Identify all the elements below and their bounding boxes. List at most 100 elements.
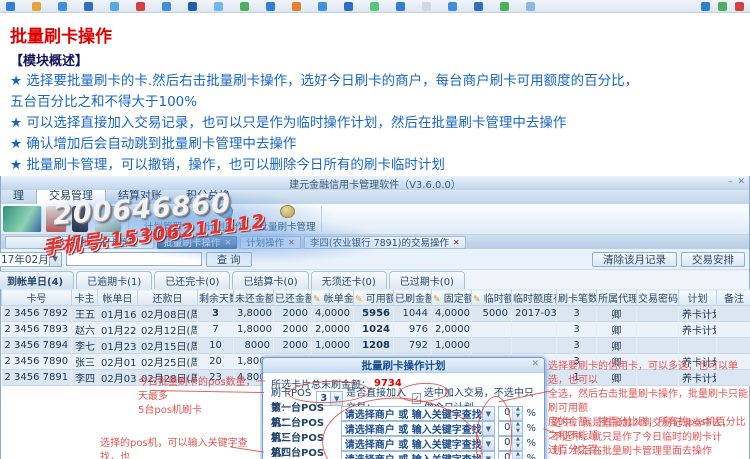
stepper-arrows[interactable]: ▲▼: [512, 452, 523, 459]
toolbar-button-计划操作[interactable]: 计划操作: [194, 205, 256, 233]
taskbar-icon[interactable]: [344, 1, 353, 11]
doc-tab[interactable]: 批量刷卡管理 ✕: [74, 235, 155, 249]
merchant-select[interactable]: 请选择商户 或 输入关键字查找▼: [340, 451, 495, 459]
tab-close-icon[interactable]: ✕: [224, 238, 231, 247]
arrange-trade-button[interactable]: 交易安排: [681, 251, 745, 267]
taskbar-icon[interactable]: [370, 1, 379, 11]
taskbar-icon[interactable]: [718, 1, 727, 11]
column-header-临时额度有效期[interactable]: 临时额度有效期: [511, 289, 557, 306]
percent-suffix: %: [526, 453, 536, 459]
filter-tab[interactable]: 无须还卡(0): [310, 271, 387, 289]
column-header-帐单日[interactable]: 帐单日: [97, 289, 138, 306]
edit-pencil-icon: ✎: [355, 295, 363, 305]
doc-tab[interactable]: 计划操作 ✕: [240, 235, 301, 249]
tab-close-icon[interactable]: ✕: [59, 238, 66, 247]
taskbar-icon[interactable]: [110, 1, 119, 11]
chevron-down-icon[interactable]: ▼: [481, 422, 494, 435]
chevron-down-icon[interactable]: ▼: [481, 437, 494, 450]
column-header-未还金额[interactable]: 未还金额: [233, 289, 274, 306]
filter-tab[interactable]: 已还完卡(0): [154, 271, 231, 289]
column-header-卡主[interactable]: 卡主: [71, 289, 98, 306]
doc-tab[interactable]: ✕: [5, 235, 72, 249]
taskbar-icon[interactable]: [266, 1, 275, 11]
merchant-select[interactable]: 请选择商户 或 输入关键字查找▼: [340, 406, 495, 421]
table-row[interactable]: 2 3456 7894李七01月23日02月15日(周三)10800020001…: [1, 337, 750, 354]
cell: 3: [556, 321, 597, 338]
column-header-还款日[interactable]: 还款日: [137, 289, 198, 306]
table-row[interactable]: 2 3456 7892王五01月16日02月08日(周三)33,80002000…: [1, 305, 750, 322]
percent-stepper[interactable]: 0▲▼: [497, 406, 524, 421]
merchant-select-placeholder: 请选择商户 或 输入关键字查找: [344, 425, 482, 436]
toolbar-button-批量刷卡管理[interactable]: 批量刷卡管理: [256, 205, 318, 233]
cell: [636, 321, 679, 338]
taskbar-icon[interactable]: [500, 1, 509, 11]
column-header-交易密码[interactable]: 交易密码: [636, 289, 679, 306]
taskbar-icon[interactable]: [32, 1, 41, 11]
doc-tab[interactable]: 李四(农业银行 7891)的交易操作 ✕: [303, 235, 466, 249]
merchant-select[interactable]: 请选择商户 或 输入关键字查找▼: [340, 436, 495, 451]
filter-tab[interactable]: 到帐单日(4): [0, 271, 75, 289]
column-header-备注[interactable]: 备注: [716, 289, 750, 306]
doc-tab[interactable]: 批量刷卡操作 ✕: [157, 235, 238, 249]
column-header-帐单金额[interactable]: ✎ 帐单金额: [311, 289, 354, 306]
chevron-down-icon[interactable]: ▼: [48, 252, 61, 266]
toolbar-button-计划管理[interactable]: 计划管理: [132, 205, 194, 233]
cell: 2000: [273, 337, 312, 354]
column-header-已还金额[interactable]: 已还金额: [273, 289, 312, 306]
search-button[interactable]: 查 询: [205, 251, 252, 267]
taskbar-icon[interactable]: [6, 1, 15, 11]
cell: 02月03日: [97, 369, 138, 386]
taskbar-icon[interactable]: [422, 1, 431, 11]
taskbar-icon[interactable]: [318, 1, 327, 11]
chevron-down-icon[interactable]: ▼: [481, 407, 494, 420]
stepper-arrows[interactable]: ▲▼: [512, 407, 523, 420]
dialog-close-icon[interactable]: ✕: [531, 359, 539, 369]
cell: 02月01日: [97, 353, 138, 370]
taskbar-icon[interactable]: [396, 1, 405, 11]
filter-tab[interactable]: 已逾期卡(1): [76, 271, 153, 289]
taskbar-icon[interactable]: [162, 1, 171, 11]
cell: [511, 337, 557, 354]
taskbar-icon[interactable]: [292, 1, 301, 11]
filter-tab[interactable]: 已结算卡(0): [232, 271, 309, 289]
tab-close-icon[interactable]: ✕: [453, 238, 460, 247]
percent-stepper[interactable]: 0▲▼: [497, 421, 524, 436]
column-header-临时额度[interactable]: ✎ 临时额度: [471, 289, 512, 306]
direct-join-checkbox[interactable]: ✓: [412, 393, 421, 404]
merchant-select[interactable]: 请选择商户 或 输入关键字查找▼: [340, 421, 495, 436]
column-header-固定额度[interactable]: ✎ 固定额度: [431, 289, 472, 306]
taskbar-icon[interactable]: [526, 1, 535, 11]
taskbar-icon[interactable]: [448, 1, 457, 11]
percent-stepper[interactable]: 0▲▼: [497, 451, 524, 459]
column-header-已刷金额[interactable]: 已刷金额: [393, 289, 432, 306]
taskbar-icon[interactable]: [240, 1, 249, 11]
taskbar-icon[interactable]: [701, 1, 710, 11]
taskbar-icon[interactable]: [188, 1, 197, 11]
column-header-所属代理[interactable]: 所属代理: [596, 289, 637, 306]
tab-close-icon[interactable]: ✕: [288, 238, 295, 247]
taskbar-icon[interactable]: [474, 1, 483, 11]
column-header-刷卡笔数[interactable]: 刷卡笔数: [556, 289, 597, 306]
month-dropdown[interactable]: 17年02月 ▼: [0, 251, 62, 267]
taskbar-icon[interactable]: [735, 1, 744, 11]
column-header-卡号[interactable]: 卡号: [1, 289, 72, 306]
clear-month-button[interactable]: 清除该月记录: [592, 251, 677, 267]
taskbar-icon[interactable]: [84, 1, 93, 11]
column-header-计划[interactable]: 计划: [678, 289, 717, 306]
taskbar-icon[interactable]: [136, 1, 145, 11]
stepper-arrows[interactable]: ▲▼: [512, 422, 523, 435]
taskbar-icon[interactable]: [58, 1, 67, 11]
tab-close-icon[interactable]: ✕: [142, 238, 149, 247]
column-header-可用额度[interactable]: ✎ 可用额度: [353, 289, 394, 306]
search-input[interactable]: [65, 252, 202, 266]
close-icon[interactable]: ✕: [737, 177, 745, 187]
stepper-arrows[interactable]: ▲▼: [512, 437, 523, 450]
table-row[interactable]: 2 3456 7893赵六01月22日02月12日(周日)71,80002000…: [1, 321, 750, 338]
column-header-剩余天数[interactable]: 剩余天数: [197, 289, 234, 306]
filter-tab[interactable]: 已过期卡(0): [388, 271, 465, 289]
percent-stepper[interactable]: 0▲▼: [497, 436, 524, 451]
minimize-icon[interactable]: –: [728, 177, 733, 187]
chevron-down-icon[interactable]: ▼: [481, 452, 494, 459]
document-tab-strip: ✕ 批量刷卡管理 ✕ 批量刷卡操作 ✕ 计划操作 ✕ 李四(农业银行 7891)的交易操作 ✕: [1, 235, 749, 249]
taskbar-icon[interactable]: [214, 1, 223, 11]
